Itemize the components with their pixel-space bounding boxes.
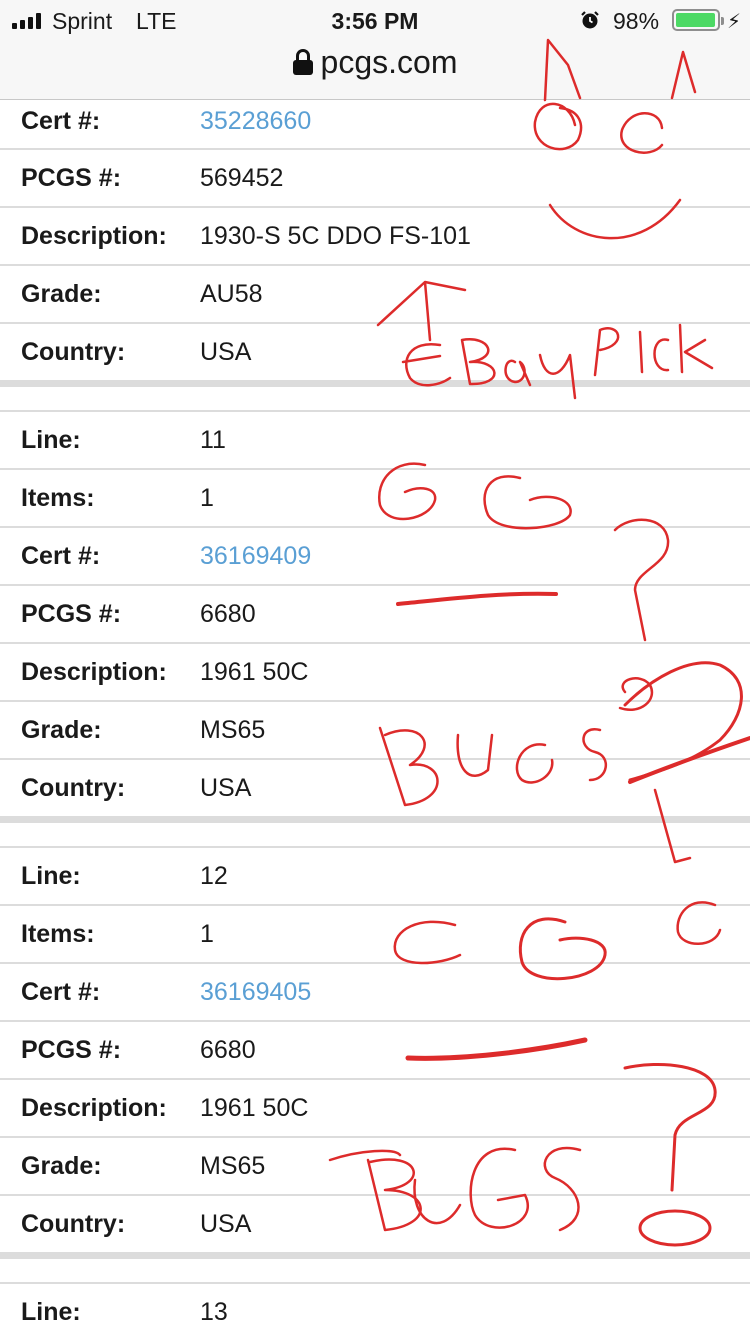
field-label: PCGS #: xyxy=(21,599,122,628)
field-label: Country: xyxy=(21,337,126,366)
cert-number-link[interactable]: 36169409 xyxy=(200,542,311,571)
field-label: PCGS #: xyxy=(21,163,122,192)
field-label: Line: xyxy=(21,861,81,890)
table-row: Grade: MS65 xyxy=(0,702,750,760)
charging-bolt-icon: ⚡ xyxy=(727,11,742,33)
cert-number-link[interactable]: 36169405 xyxy=(200,978,311,1007)
field-value: 1930-S 5C DDO FS-101 xyxy=(200,221,471,250)
url-text: pcgs.com xyxy=(320,43,458,80)
cert-number-link[interactable]: 35228660 xyxy=(200,107,311,136)
record-3: Line: 12 Items: 1 Cert #: 36169405 PCGS #: 6680… xyxy=(0,848,750,1254)
section-divider xyxy=(0,382,750,412)
lock-icon xyxy=(292,49,313,75)
table-row: PCGS #: 6680 xyxy=(0,1022,750,1080)
certification-list: Cert #: 35228660 PCGS #: 569452 Description:… xyxy=(0,94,750,1334)
field-value: MS65 xyxy=(200,715,266,744)
table-row: Country: USA xyxy=(0,324,750,382)
table-row: Line: 13 xyxy=(0,1284,750,1334)
table-row: Line: 11 xyxy=(0,412,750,470)
field-value: 13 xyxy=(200,1297,228,1326)
table-row: Description: 1961 50C xyxy=(0,1080,750,1138)
field-label: Cert #: xyxy=(21,541,101,570)
field-label: Description: xyxy=(21,221,167,250)
field-value: 569452 xyxy=(200,163,284,192)
address-bar[interactable]: pcgs.com xyxy=(0,42,750,82)
field-value: 1 xyxy=(200,919,214,948)
field-value: USA xyxy=(200,773,252,802)
record-4: Line: 13 xyxy=(0,1284,750,1334)
field-label: PCGS #: xyxy=(21,1035,122,1064)
field-value: 11 xyxy=(200,425,226,454)
table-row: Items: 1 xyxy=(0,906,750,964)
table-row: Cert #: 35228660 xyxy=(0,94,750,150)
table-row: PCGS #: 6680 xyxy=(0,586,750,644)
battery-level-fill xyxy=(676,13,716,27)
section-divider xyxy=(0,818,750,848)
table-row: Country: USA xyxy=(0,760,750,818)
section-divider xyxy=(0,1254,750,1284)
browser-chrome: Sprint LTE 3:56 PM 98% ⚡ pcgs.com xyxy=(0,0,750,100)
field-value: 1961 50C xyxy=(200,657,309,686)
field-label: Cert #: xyxy=(21,106,101,135)
field-value: USA xyxy=(200,1209,252,1238)
table-row: Cert #: 36169405 xyxy=(0,964,750,1022)
field-label: Description: xyxy=(21,1093,167,1122)
field-value: AU58 xyxy=(200,279,263,308)
field-label: Line: xyxy=(21,425,81,454)
record-1: Cert #: 35228660 PCGS #: 569452 Description:… xyxy=(0,94,750,382)
field-label: Grade: xyxy=(21,1151,102,1180)
table-row: Grade: MS65 xyxy=(0,1138,750,1196)
field-label: Country: xyxy=(21,1209,126,1238)
field-label: Grade: xyxy=(21,715,102,744)
field-value: MS65 xyxy=(200,1151,266,1180)
field-label: Country: xyxy=(21,773,126,802)
field-label: Line: xyxy=(21,1297,81,1326)
battery-percent: 98% xyxy=(613,8,660,34)
field-value: 1 xyxy=(200,483,214,512)
status-bar: Sprint LTE 3:56 PM 98% ⚡ xyxy=(0,0,750,40)
field-label: Items: xyxy=(21,919,95,948)
table-row: Description: 1930-S 5C DDO FS-101 xyxy=(0,208,750,266)
field-label: Items: xyxy=(21,483,95,512)
field-value: USA xyxy=(200,337,252,366)
table-row: Country: USA xyxy=(0,1196,750,1254)
table-row: PCGS #: 569452 xyxy=(0,150,750,208)
field-label: Grade: xyxy=(21,279,102,308)
table-row: Grade: AU58 xyxy=(0,266,750,324)
field-value: 12 xyxy=(200,861,228,890)
field-value: 6680 xyxy=(200,1035,256,1064)
field-label: Description: xyxy=(21,657,167,686)
record-2: Line: 11 Items: 1 Cert #: 36169409 PCGS #: 6680… xyxy=(0,412,750,818)
battery-icon xyxy=(672,9,724,31)
field-value: 1961 50C xyxy=(200,1093,309,1122)
table-row: Cert #: 36169409 xyxy=(0,528,750,586)
field-value: 6680 xyxy=(200,599,256,628)
table-row: Description: 1961 50C xyxy=(0,644,750,702)
field-label: Cert #: xyxy=(21,977,101,1006)
table-row: Line: 12 xyxy=(0,848,750,906)
alarm-clock-icon xyxy=(581,11,599,29)
table-row: Items: 1 xyxy=(0,470,750,528)
